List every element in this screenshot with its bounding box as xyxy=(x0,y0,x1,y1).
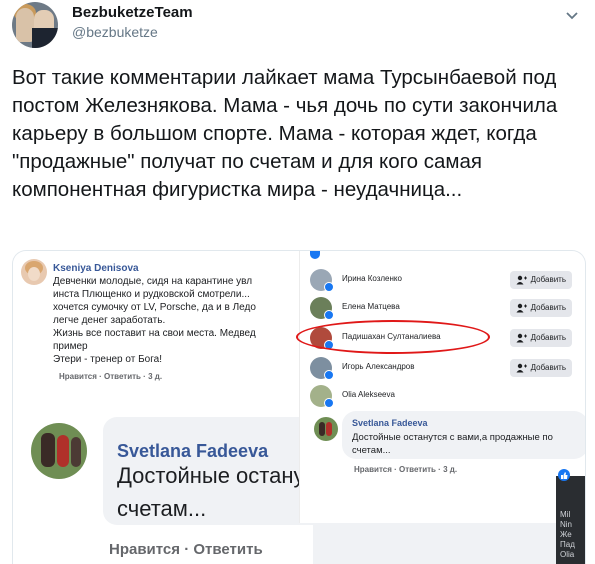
comment-line: Этери - тренер от Бога! xyxy=(53,354,162,365)
author-avatar[interactable] xyxy=(12,2,58,48)
comment-line: Достойные остану xyxy=(117,463,305,488)
reaction-user-name[interactable]: Елена Матцева xyxy=(342,302,400,311)
avatar xyxy=(21,259,47,285)
reaction-user-name[interactable]: Игорь Александров xyxy=(342,362,415,371)
add-friend-label: Добавить xyxy=(530,303,566,312)
reaction-row[interactable]: Ирина Козленко Добавить xyxy=(310,269,580,295)
comment-author[interactable]: Svetlana Fadeeva xyxy=(117,441,268,462)
add-friend-button[interactable]: Добавить xyxy=(510,329,572,347)
avatar xyxy=(31,423,87,479)
comment-line: Жизнь все поставит на свои места. Медвед xyxy=(53,328,256,339)
like-icon xyxy=(324,282,334,292)
add-friend-button[interactable]: Добавить xyxy=(510,271,572,289)
comments-panel: Kseniya Denisova Девченки молодые, сидя … xyxy=(13,251,333,564)
comment-actions[interactable]: Нравится · Ответить xyxy=(109,541,263,558)
add-friend-icon xyxy=(516,275,527,285)
author-handle[interactable]: @bezbuketze xyxy=(72,24,158,40)
comment-author[interactable]: Svetlana Fadeeva xyxy=(352,418,428,428)
like-badge-icon xyxy=(558,469,570,481)
add-friend-icon xyxy=(516,363,527,373)
comment-line: инста Плющенко и рудковской смотрели... xyxy=(53,289,250,300)
strip-text: Olia xyxy=(560,550,575,559)
add-friend-icon xyxy=(516,333,527,343)
like-icon xyxy=(324,370,334,380)
comment-line: Девченки молодые, сидя на карантине увл xyxy=(53,276,253,287)
comment-actions[interactable]: Нравится · Ответить · 3 д. xyxy=(354,465,457,474)
reaction-row[interactable]: Елена Матцева Добавить xyxy=(310,297,580,323)
strip-text: Nin xyxy=(560,520,573,529)
add-friend-button[interactable]: Добавить xyxy=(510,299,572,317)
comment-line: пример xyxy=(53,341,88,352)
comment-line: счетам... xyxy=(117,496,207,521)
comment-line: Достойные останутся с вами,а продажные п… xyxy=(352,432,553,443)
tweet-text: Вот такие комментарии лайкает мама Турсы… xyxy=(12,66,558,201)
author-name[interactable]: BezbuketzeTeam xyxy=(72,4,193,21)
reaction-user-name[interactable]: Olia Alekseeva xyxy=(342,390,395,399)
reaction-row[interactable]: Игорь Александров Добавить xyxy=(310,357,580,383)
strip-text: Пад xyxy=(560,540,575,549)
add-friend-label: Добавить xyxy=(530,333,566,342)
tweet-header: BezbuketzeTeam @bezbuketze xyxy=(12,0,583,52)
add-friend-label: Добавить xyxy=(530,275,566,284)
reaction-user-name[interactable]: Ирина Козленко xyxy=(342,274,402,283)
add-friend-button[interactable]: Добавить xyxy=(510,359,572,377)
strip-text: Же xyxy=(560,530,572,539)
reaction-row[interactable]: Olia Alekseeva xyxy=(310,385,580,411)
comment-line: счетам... xyxy=(352,445,391,456)
chat-sidebar-strip: Mil Nin Же Пад Olia xyxy=(556,476,585,564)
comment-author[interactable]: Kseniya Denisova xyxy=(53,263,139,274)
reactions-panel: Ирина Козленко Добавить Елена Матцева До… xyxy=(299,251,585,523)
avatar xyxy=(314,417,338,441)
comment-line: легче денег заработать. xyxy=(53,315,166,326)
comment-line: хочется сумочку от LV, Porsche, да и в Л… xyxy=(53,302,256,313)
add-friend-label: Добавить xyxy=(530,363,566,372)
like-icon xyxy=(324,310,334,320)
like-icon xyxy=(324,398,334,408)
add-friend-icon xyxy=(516,303,527,313)
comment-actions[interactable]: Нравится · Ответить · 3 д. xyxy=(59,372,162,381)
highlight-oval xyxy=(296,320,490,354)
chevron-down-icon[interactable] xyxy=(563,6,581,24)
strip-text: Mil xyxy=(560,510,571,519)
tweet-media-image[interactable]: Kseniya Denisova Девченки молодые, сидя … xyxy=(12,250,586,564)
